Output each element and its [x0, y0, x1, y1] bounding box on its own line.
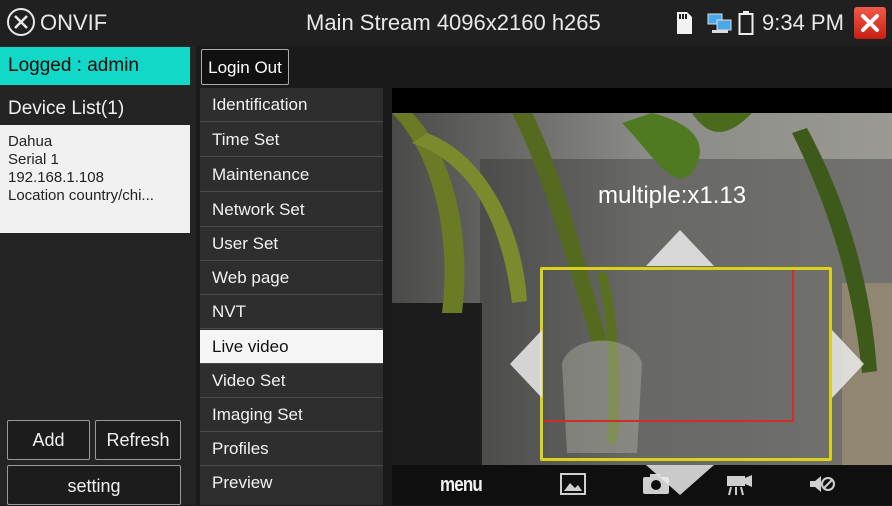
- pan-right-arrow-icon[interactable]: [832, 330, 864, 398]
- menu-button[interactable]: menu: [440, 474, 483, 497]
- menu-item-nvt[interactable]: NVT: [200, 295, 383, 329]
- video-record-icon[interactable]: [726, 473, 754, 497]
- logged-status: Logged : admin: [0, 47, 190, 85]
- device-name: Dahua: [8, 133, 53, 150]
- clock: 9:34 PM: [762, 10, 844, 35]
- close-button[interactable]: [854, 7, 886, 39]
- menu-item-video-set[interactable]: Video Set: [200, 364, 383, 398]
- pan-up-arrow-icon[interactable]: [646, 230, 714, 266]
- mute-icon[interactable]: [808, 473, 836, 495]
- menu-item-network-set[interactable]: Network Set: [200, 193, 383, 227]
- device-list-item[interactable]: Dahua Serial 1 192.168.1.108 Location co…: [0, 125, 190, 233]
- zoom-multiple-label: multiple:x1.13: [598, 182, 747, 209]
- app-name: ONVIF: [40, 10, 108, 35]
- zoom-region-box[interactable]: [540, 267, 832, 461]
- battery-icon: [738, 11, 754, 35]
- login-out-button[interactable]: Login Out: [201, 49, 289, 85]
- menu-item-imaging-set[interactable]: Imaging Set: [200, 398, 383, 432]
- sd-card-icon: [677, 12, 692, 34]
- menu-item-time-set[interactable]: Time Set: [200, 123, 383, 157]
- onvif-logo-icon: [7, 8, 35, 36]
- pan-left-arrow-icon[interactable]: [510, 330, 542, 398]
- setting-button[interactable]: setting: [7, 465, 181, 505]
- menu-item-identification[interactable]: Identification: [200, 88, 383, 122]
- device-serial: Serial 1: [8, 151, 59, 168]
- refresh-button[interactable]: Refresh: [95, 420, 181, 460]
- close-icon: [861, 14, 879, 32]
- menu-item-preview[interactable]: Preview: [200, 466, 383, 500]
- menu-item-maintenance[interactable]: Maintenance: [200, 158, 383, 192]
- menu-item-user-set[interactable]: User Set: [200, 227, 383, 261]
- pan-down-arrow-icon[interactable]: [646, 465, 714, 495]
- stream-title: Main Stream 4096x2160 h265: [306, 10, 601, 35]
- device-ip: 192.168.1.108: [8, 169, 104, 186]
- menu-item-live-video[interactable]: Live video: [200, 330, 383, 364]
- add-button[interactable]: Add: [7, 420, 90, 460]
- menu-item-profiles[interactable]: Profiles: [200, 432, 383, 466]
- network-icon: [707, 13, 732, 33]
- device-list-header: Device List(1): [8, 98, 125, 119]
- image-icon[interactable]: [560, 473, 586, 495]
- menu-item-web-page[interactable]: Web page: [200, 261, 383, 295]
- device-location: Location country/chi...: [8, 187, 154, 204]
